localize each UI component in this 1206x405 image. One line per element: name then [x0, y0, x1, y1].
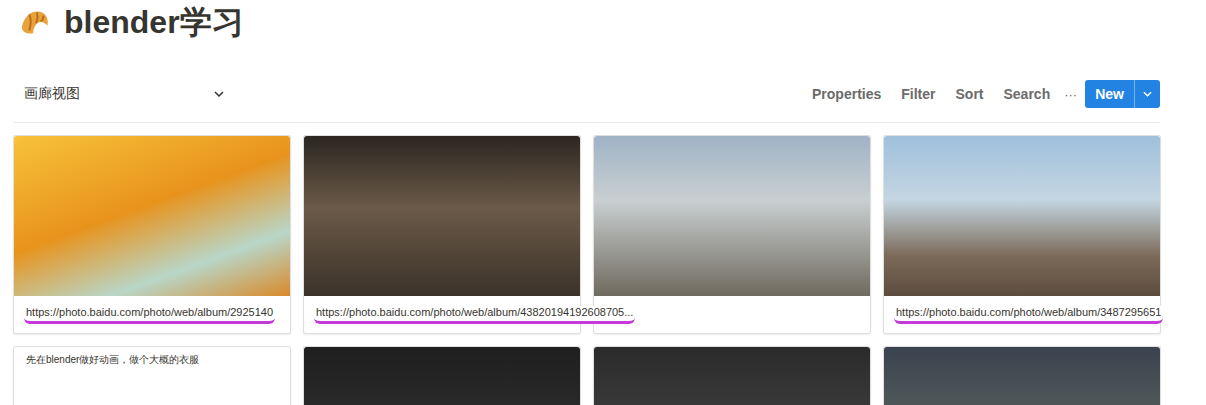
- more-button[interactable]: ···: [1060, 83, 1085, 106]
- card-caption: https://photo.baidu.com/photo/web/album/…: [14, 296, 290, 333]
- toolbar-button[interactable]: Sort: [946, 82, 994, 106]
- card-caption: [594, 296, 870, 333]
- gallery-card[interactable]: [593, 135, 871, 334]
- gallery-card[interactable]: 先在blender做好动画，做个大概的衣服: [13, 346, 291, 405]
- caption-text: https://photo.baidu.com/photo/web/album/…: [24, 306, 275, 324]
- card-caption: 先在blender做好动画，做个大概的衣服: [14, 347, 290, 390]
- page-header: blender学习: [0, 0, 1206, 44]
- card-cover[interactable]: [884, 347, 1160, 405]
- new-label[interactable]: New: [1085, 80, 1134, 108]
- gallery-card[interactable]: [593, 346, 871, 405]
- chevron-down-icon[interactable]: [1143, 91, 1152, 97]
- card-caption: https://photo.baidu.com/photo/web/album/…: [884, 296, 1160, 333]
- card-cover[interactable]: [304, 136, 580, 296]
- caption-text: https://photo.baidu.com/photo/web/album/…: [314, 306, 635, 324]
- gallery-card[interactable]: https://photo.baidu.com/photo/web/album/…: [13, 135, 291, 334]
- gallery-card[interactable]: [303, 346, 581, 405]
- page-title: blender学习: [64, 2, 244, 42]
- caption-text: https://photo.baidu.com/photo/web/album/…: [894, 306, 1163, 324]
- gallery-card[interactable]: https://photo.baidu.com/photo/web/album/…: [303, 135, 581, 334]
- new-button[interactable]: New: [1085, 80, 1160, 108]
- chevron-down-icon[interactable]: [214, 91, 224, 97]
- card-cover[interactable]: [14, 136, 290, 296]
- toolbar-button[interactable]: Filter: [891, 82, 945, 106]
- card-cover[interactable]: [594, 136, 870, 296]
- croissant-icon[interactable]: [18, 5, 52, 39]
- gallery-card[interactable]: https://photo.baidu.com/photo/web/album/…: [883, 135, 1161, 334]
- view-select[interactable]: 画廊视图: [13, 85, 224, 103]
- card-cover[interactable]: [304, 347, 580, 405]
- toolbar-button[interactable]: Search: [994, 82, 1061, 106]
- card-cover[interactable]: [884, 136, 1160, 296]
- gallery: https://photo.baidu.com/photo/web/album/…: [0, 123, 1206, 405]
- view-name[interactable]: 画廊视图: [24, 85, 80, 103]
- gallery-card[interactable]: [883, 346, 1161, 405]
- toolbar-actions: PropertiesFilterSortSearch···New: [802, 80, 1160, 108]
- toolbar-button[interactable]: Properties: [802, 82, 891, 106]
- view-toolbar: 画廊视图 PropertiesFilterSortSearch···New: [13, 78, 1160, 123]
- card-cover[interactable]: [594, 347, 870, 405]
- new-dropdown[interactable]: [1134, 80, 1160, 108]
- caption-text: 先在blender做好动画，做个大概的衣服: [24, 353, 201, 370]
- page: blender学习画廊视图 PropertiesFilterSortSearch·…: [0, 0, 1206, 405]
- card-caption: https://photo.baidu.com/photo/web/album/…: [304, 296, 580, 333]
